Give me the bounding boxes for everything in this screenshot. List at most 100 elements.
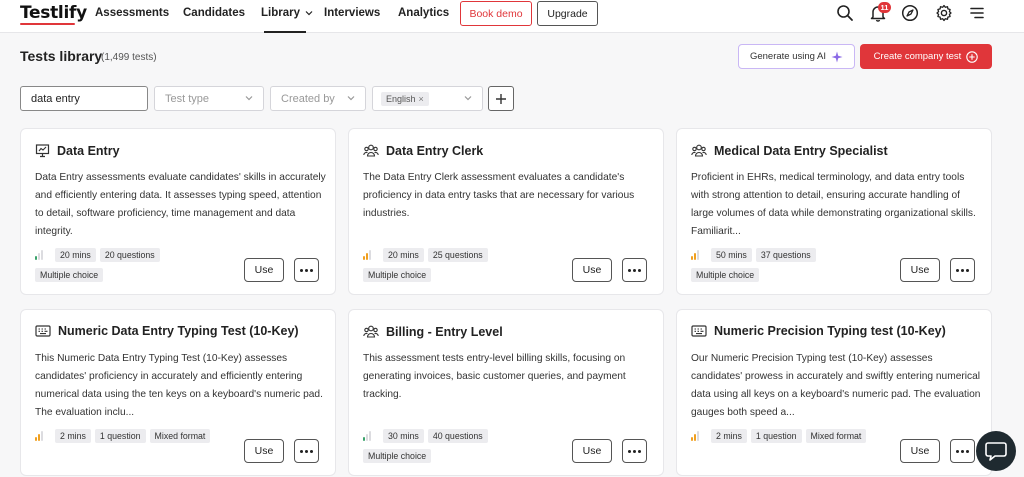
questions-tag: 37 questions: [755, 248, 816, 262]
duration-tag: 20 mins: [383, 248, 424, 262]
more-dots-icon: [956, 449, 969, 453]
card-meta: 2 mins 1 question Mixed format: [691, 429, 867, 443]
add-filter-button[interactable]: [488, 86, 514, 111]
keyboard-icon: [35, 324, 51, 338]
presentation-icon: [35, 143, 50, 158]
card-title[interactable]: Data Entry Clerk: [386, 144, 483, 158]
compass-icon[interactable]: [901, 4, 919, 22]
card-description: Our Numeric Precision Typing test (10-Ke…: [691, 353, 981, 418]
card-title[interactable]: Billing - Entry Level: [386, 325, 503, 339]
more-options-button[interactable]: [950, 439, 975, 463]
card-meta: 50 mins 37 questions: [691, 248, 816, 262]
card-format-row: Multiple choice: [691, 268, 760, 282]
app-logo[interactable]: Testlify: [20, 3, 87, 23]
team-icon: [363, 143, 379, 158]
card-header: Numeric Data Entry Typing Test (10-Key): [35, 324, 299, 338]
more-options-button[interactable]: [622, 258, 647, 282]
plus-icon: [496, 93, 506, 104]
duration-tag: 2 mins: [711, 429, 747, 443]
page-title: Tests library: [20, 48, 103, 64]
nav-candidates[interactable]: Candidates: [183, 7, 245, 19]
upgrade-button[interactable]: Upgrade: [537, 1, 598, 26]
remove-chip-icon[interactable]: ×: [419, 94, 424, 104]
chevron-down-icon: [245, 96, 253, 101]
help-chat-button[interactable]: [976, 431, 1016, 471]
card-meta: 20 mins 20 questions: [35, 248, 160, 262]
test-card[interactable]: Data Entry Data Entry assessments evalua…: [20, 128, 336, 295]
questions-tag: 1 question: [750, 429, 802, 443]
use-test-button[interactable]: Use: [572, 258, 612, 282]
use-test-button[interactable]: Use: [572, 439, 612, 463]
card-meta: 2 mins 1 question Mixed format: [35, 429, 211, 443]
logo-underline: [20, 23, 75, 25]
card-header: Data Entry Clerk: [363, 143, 483, 158]
keyboard-icon: [691, 324, 707, 338]
card-title[interactable]: Numeric Precision Typing test (10-Key): [714, 324, 946, 338]
more-options-button[interactable]: [622, 439, 647, 463]
test-card[interactable]: Billing - Entry Level This assessment te…: [348, 309, 664, 476]
test-count: (1,499 tests): [101, 52, 157, 63]
nav-assessments[interactable]: Assessments: [95, 7, 169, 19]
chevron-down-icon: [464, 96, 472, 101]
difficulty-level-icon: [363, 250, 377, 260]
difficulty-level-icon: [35, 250, 49, 260]
questions-tag: 40 questions: [427, 429, 488, 443]
card-title[interactable]: Numeric Data Entry Typing Test (10-Key): [58, 324, 299, 338]
test-card[interactable]: Numeric Precision Typing test (10-Key) O…: [676, 309, 992, 476]
format-tag: Multiple choice: [35, 268, 104, 282]
book-demo-button[interactable]: Book demo: [460, 1, 532, 26]
nav-interviews[interactable]: Interviews: [324, 7, 380, 19]
more-options-button[interactable]: [950, 258, 975, 282]
format-tag: Multiple choice: [363, 449, 432, 463]
created-by-placeholder: Created by: [281, 92, 335, 105]
test-card[interactable]: Data Entry Clerk The Data Entry Clerk as…: [348, 128, 664, 295]
difficulty-level-icon: [363, 431, 377, 441]
more-options-button[interactable]: [294, 439, 319, 463]
card-format-row: Multiple choice: [35, 268, 104, 282]
card-description: Data Entry assessments evaluate candidat…: [35, 172, 326, 237]
language-chip-label: English: [386, 93, 416, 104]
card-format-row: Multiple choice: [363, 268, 432, 282]
language-select[interactable]: English ×: [372, 86, 483, 111]
card-format-row: Multiple choice: [363, 449, 432, 463]
card-meta: 20 mins 25 questions: [363, 248, 488, 262]
card-description: This Numeric Data Entry Typing Test (10-…: [35, 353, 323, 418]
test-card[interactable]: Medical Data Entry Specialist Proficient…: [676, 128, 992, 295]
search-input[interactable]: data entry: [20, 86, 148, 111]
language-chip[interactable]: English ×: [381, 91, 429, 106]
test-type-placeholder: Test type: [165, 92, 210, 105]
gear-icon[interactable]: [935, 4, 953, 22]
menu-icon[interactable]: [968, 4, 986, 22]
card-description: Proficient in EHRs, medical terminology,…: [691, 172, 976, 237]
format-tag: Multiple choice: [363, 268, 432, 282]
duration-tag: 2 mins: [55, 429, 91, 443]
test-type-select[interactable]: Test type: [154, 86, 264, 111]
use-test-button[interactable]: Use: [244, 439, 284, 463]
nav-analytics[interactable]: Analytics: [398, 7, 449, 19]
use-test-button[interactable]: Use: [900, 439, 940, 463]
card-description: The Data Entry Clerk assessment evaluate…: [363, 172, 635, 219]
questions-tag: 1 question: [94, 429, 146, 443]
created-by-select[interactable]: Created by: [270, 86, 366, 111]
generate-ai-button[interactable]: Generate using AI: [738, 44, 855, 69]
search-icon[interactable]: [836, 4, 854, 22]
create-company-test-button[interactable]: Create company test: [860, 44, 992, 69]
chevron-down-icon: [305, 11, 313, 16]
nav-library[interactable]: Library: [261, 7, 313, 19]
more-dots-icon: [628, 449, 641, 453]
chevron-down-icon: [347, 96, 355, 101]
card-header: Numeric Precision Typing test (10-Key): [691, 324, 946, 338]
use-test-button[interactable]: Use: [244, 258, 284, 282]
card-header: Medical Data Entry Specialist: [691, 143, 888, 158]
more-options-button[interactable]: [294, 258, 319, 282]
use-test-button[interactable]: Use: [900, 258, 940, 282]
nav-library-label: Library: [261, 7, 300, 19]
card-header: Data Entry: [35, 143, 120, 158]
team-icon: [363, 324, 379, 339]
format-tag: Multiple choice: [691, 268, 760, 282]
card-title[interactable]: Medical Data Entry Specialist: [714, 144, 888, 158]
duration-tag: 30 mins: [383, 429, 424, 443]
test-card[interactable]: Numeric Data Entry Typing Test (10-Key) …: [20, 309, 336, 476]
create-test-label: Create company test: [873, 51, 962, 62]
card-title[interactable]: Data Entry: [57, 144, 120, 158]
